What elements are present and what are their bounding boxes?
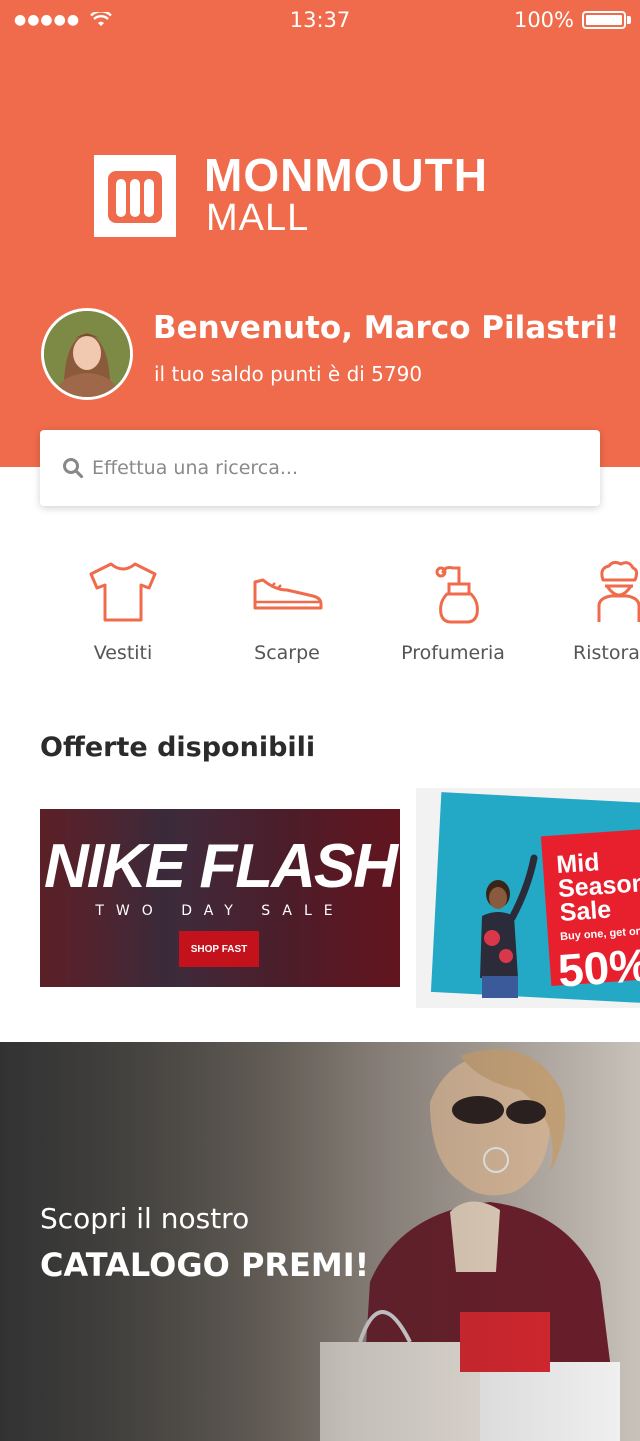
battery-icon xyxy=(582,11,626,29)
category-scarpe[interactable]: Scarpe xyxy=(222,560,352,670)
avatar[interactable] xyxy=(41,308,133,400)
status-bar: ●●●●● 13:37 100% xyxy=(0,0,640,42)
category-ristoranti[interactable]: Ristoranti xyxy=(553,560,640,670)
category-label: Vestiti xyxy=(93,642,153,664)
offer-nike-subtitle: TWO DAY SALE xyxy=(95,903,345,919)
shoe-icon xyxy=(253,578,323,610)
category-label: Ristoranti xyxy=(573,642,640,664)
offers-title: Offerte disponibili xyxy=(40,732,316,763)
category-vestiti[interactable]: Vestiti xyxy=(58,560,188,670)
brand-subtitle: MALL xyxy=(206,197,310,239)
sale-discount: 50%off xyxy=(556,938,640,997)
catalog-title: CATALOGO PREMI! xyxy=(40,1246,370,1284)
search-icon xyxy=(63,458,84,479)
search-input[interactable] xyxy=(92,430,572,506)
battery-percent: 100% xyxy=(513,8,574,32)
offer-card-sale[interactable]: Mid Season Sale Buy one, get one 50%off xyxy=(416,788,640,1008)
category-label: Profumeria xyxy=(401,642,505,664)
offer-card-nike[interactable]: NIKE FLASH TWO DAY SALE SHOP FAST xyxy=(40,809,400,987)
catalog-subtitle: Scopri il nostro xyxy=(40,1202,250,1235)
chef-icon xyxy=(597,560,640,622)
mall-logo-icon xyxy=(94,155,176,237)
sale-model-image xyxy=(480,854,538,998)
perfume-icon xyxy=(435,566,479,624)
battery-tip xyxy=(627,16,631,24)
category-label: Scarpe xyxy=(254,642,320,664)
catalog-banner[interactable]: Scopri il nostro CATALOGO PREMI! xyxy=(0,1042,640,1441)
category-profumeria[interactable]: Profumeria xyxy=(388,560,518,670)
points-balance: il tuo saldo punti è di 5790 xyxy=(154,362,423,386)
shop-fast-button[interactable]: SHOP FAST xyxy=(179,931,259,967)
sale-title: Mid Season Sale xyxy=(555,848,640,928)
search-bar[interactable] xyxy=(40,430,600,506)
tshirt-icon xyxy=(89,562,157,622)
brand-title: MONMOUTH xyxy=(204,149,488,201)
welcome-text: Benvenuto, Marco Pilastri! xyxy=(153,310,620,346)
offer-nike-title: NIKE FLASH xyxy=(44,832,398,901)
